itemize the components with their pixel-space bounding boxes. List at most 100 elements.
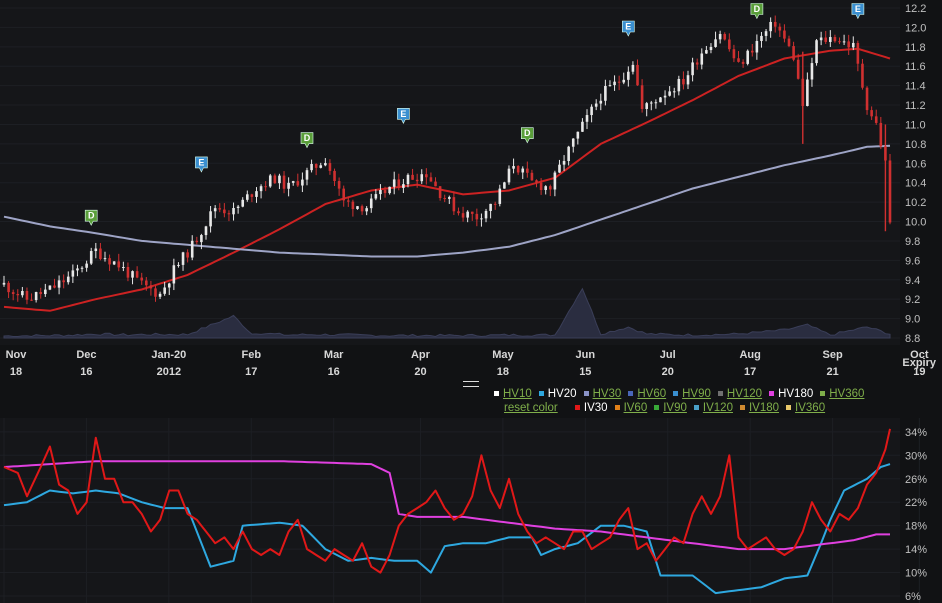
x-tick-month: Nov: [6, 349, 28, 361]
candle-body: [475, 213, 479, 220]
legend-item-hv20[interactable]: HV20: [538, 388, 577, 400]
legend-label[interactable]: HV120: [727, 388, 762, 400]
candle-body: [324, 163, 327, 166]
legend-label[interactable]: HV90: [682, 388, 711, 400]
vol-tick-label: 14%: [905, 544, 927, 556]
candle-body: [7, 282, 10, 293]
candle-body: [232, 207, 235, 215]
candle-body: [347, 200, 350, 202]
candle-body: [16, 293, 20, 296]
candle-body: [672, 91, 676, 93]
legend-label[interactable]: HV180: [778, 388, 813, 400]
candle-body: [732, 49, 736, 59]
legend-item-iv90[interactable]: IV90: [654, 402, 687, 414]
legend-item-iv120[interactable]: IV120: [693, 402, 733, 414]
legend-item-hv120[interactable]: HV120: [717, 388, 762, 400]
candle-body: [397, 179, 401, 188]
legend-label[interactable]: IV30: [584, 402, 608, 414]
x-axis-band: [0, 345, 942, 385]
marker-label: D: [524, 128, 531, 138]
candle-body: [2, 282, 6, 285]
vol-plot-background: [0, 418, 900, 603]
candle-body: [34, 292, 38, 301]
legend-label[interactable]: IV180: [749, 402, 779, 414]
legend-swatch: [717, 391, 723, 397]
legend-label[interactable]: HV10: [503, 388, 532, 400]
legend-label[interactable]: IV120: [703, 402, 733, 414]
candle-body: [218, 208, 222, 210]
candle-body: [273, 175, 277, 184]
legend-swatch: [614, 405, 620, 411]
candle-body: [369, 198, 373, 209]
price-tick-label: 10.8: [905, 139, 926, 151]
price-tick-label: 10.4: [905, 178, 926, 190]
legend-swatch: [786, 405, 792, 411]
candle-body: [470, 211, 474, 214]
legend-item-iv360[interactable]: IV360: [786, 402, 825, 414]
candle-body: [466, 211, 469, 218]
candle-body: [874, 116, 878, 123]
candle-body: [145, 280, 148, 286]
candle-body: [66, 276, 70, 283]
expiry-x-axis: Nov 18 Dec 16 Jan-20 2012 Feb 17 Mar 16 Apr 20 May 18…: [0, 345, 942, 385]
legend-label[interactable]: IV360: [795, 402, 825, 414]
candle-body: [25, 290, 29, 300]
legend-swatch: [628, 391, 634, 397]
legend-label[interactable]: HV60: [637, 388, 666, 400]
candle-body: [305, 170, 309, 180]
candle-body: [287, 182, 290, 189]
legend-label[interactable]: IV60: [624, 402, 648, 414]
legend-item-hv90[interactable]: HV90: [673, 388, 711, 400]
legend-item-iv180[interactable]: IV180: [739, 402, 779, 414]
marker-label: E: [198, 157, 204, 167]
candle-body: [140, 277, 144, 281]
candle-body: [236, 206, 240, 208]
price-tick-label: 12.0: [905, 22, 926, 34]
legend-swatch: [820, 391, 826, 397]
candle-body: [535, 180, 538, 183]
candle-body: [415, 179, 419, 182]
candle-body: [62, 280, 65, 283]
panel-resize-handle[interactable]: [463, 381, 479, 387]
candle-body: [668, 91, 671, 96]
price-tick-label: 12.2: [905, 3, 926, 15]
legend-item-hv10[interactable]: HV10: [494, 388, 532, 400]
candle-body: [163, 287, 166, 294]
candle-body: [856, 42, 860, 64]
candle-body: [186, 252, 189, 258]
candle-body: [842, 41, 846, 43]
candle-body: [200, 235, 203, 243]
price-tick-label: 9.4: [905, 275, 920, 287]
candle-body: [604, 85, 607, 101]
legend-item-iv30[interactable]: IV30: [574, 402, 608, 414]
legend-item-hv60[interactable]: HV60: [628, 388, 666, 400]
candle-body: [723, 34, 727, 40]
reset-color-link[interactable]: reset color: [504, 402, 558, 414]
candle-body: [815, 40, 818, 64]
legend-item-iv60[interactable]: IV60: [614, 402, 648, 414]
legend-label[interactable]: HV20: [548, 388, 577, 400]
legend-label[interactable]: HV360: [829, 388, 864, 400]
legend-item-hv360[interactable]: HV360: [820, 388, 864, 400]
vol-tick-label: 26%: [905, 474, 927, 486]
candle-body: [539, 182, 543, 191]
legend-swatch: [574, 405, 580, 411]
candle-body: [241, 199, 245, 207]
price-tick-label: 10.2: [905, 197, 926, 209]
candle-body: [392, 179, 396, 187]
legend-item-hv30[interactable]: HV30: [583, 388, 622, 400]
candle-body: [585, 115, 589, 122]
candle-body: [314, 163, 318, 168]
legend-swatch: [769, 391, 775, 397]
candle-body: [11, 292, 15, 294]
candle-body: [773, 21, 777, 27]
candle-body: [870, 110, 873, 117]
candle-body: [259, 186, 263, 192]
candle-body: [636, 64, 639, 86]
legend-item-hv180[interactable]: HV180: [769, 388, 813, 400]
legend-label[interactable]: IV90: [663, 402, 687, 414]
candle-body: [126, 267, 130, 278]
legend-label[interactable]: HV30: [593, 388, 622, 400]
candle-body: [613, 81, 616, 86]
price-y-axis: 8.8 9.0 9.2 9.4 9.6 9.8 10.0 10.2 10.4 10.6 10.8 11…: [905, 3, 926, 345]
